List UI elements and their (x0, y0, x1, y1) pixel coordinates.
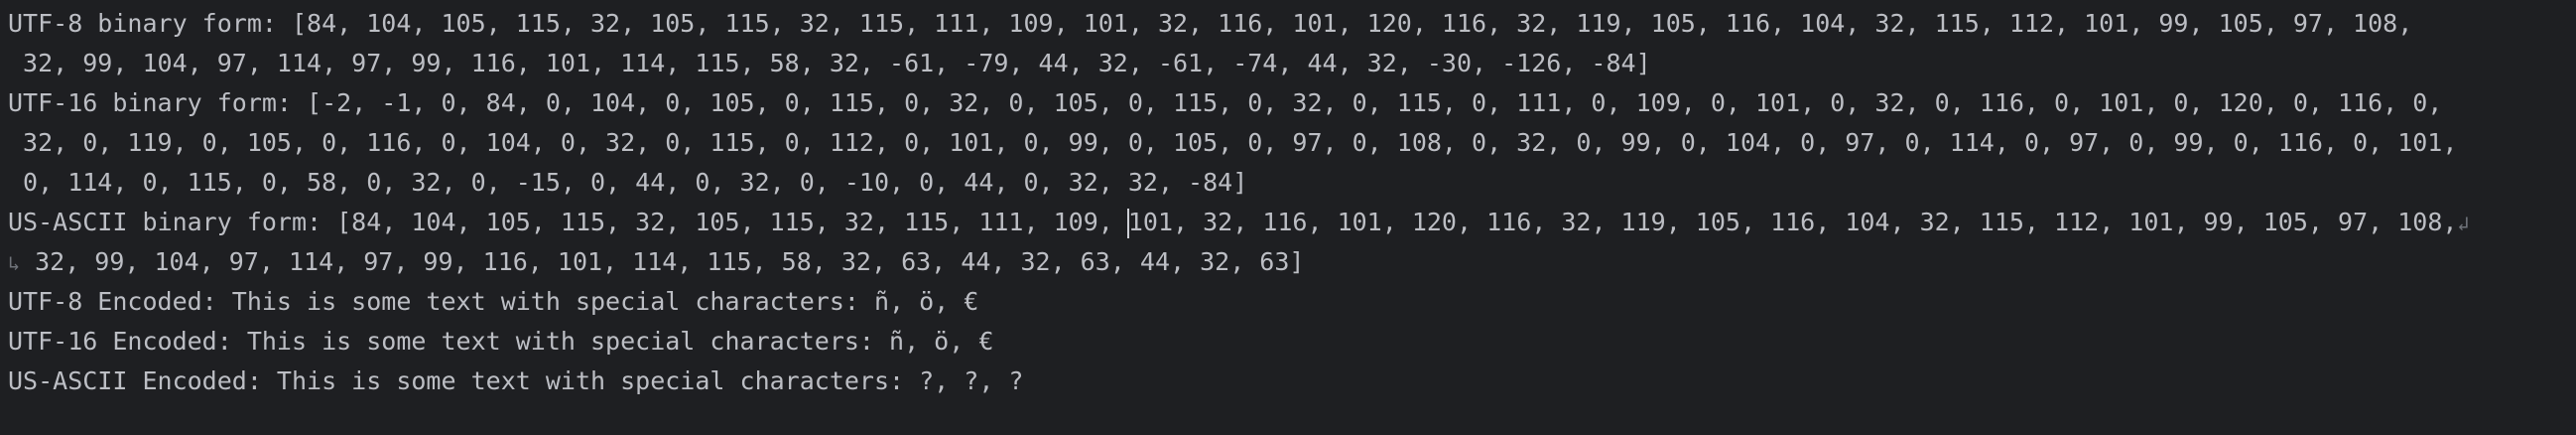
ascii-binary-text-start: US-ASCII binary form: [84, 104, 105, 115… (8, 208, 1128, 236)
output-line-ascii-binary: US-ASCII binary form: [84, 104, 105, 115… (8, 203, 2576, 242)
output-line-ascii-binary-wrap: ↳ 32, 99, 104, 97, 114, 97, 99, 116, 101… (8, 242, 2576, 282)
soft-wrap-start-icon: ↳ (8, 251, 21, 275)
output-line-utf8-binary-wrap: 32, 99, 104, 97, 114, 97, 99, 116, 101, … (8, 49, 1651, 77)
console-output[interactable]: UTF-8 binary form: [84, 104, 105, 115, 3… (0, 0, 2576, 435)
output-line-utf16-binary-wrap-2: 0, 114, 0, 115, 0, 58, 0, 32, 0, -15, 0,… (8, 168, 1248, 197)
output-line-utf16-encoded: UTF-16 Encoded: This is some text with s… (8, 327, 994, 356)
soft-wrap-end-icon: ↲ (2457, 212, 2470, 235)
output-line-utf16-binary-wrap-1: 32, 0, 119, 0, 105, 0, 116, 0, 104, 0, 3… (8, 128, 2458, 157)
output-line-ascii-encoded: US-ASCII Encoded: This is some text with… (8, 366, 1024, 395)
ascii-binary-wrap-text: 32, 99, 104, 97, 114, 97, 99, 116, 101, … (20, 247, 1305, 276)
output-line-utf16-binary: UTF-16 binary form: [-2, -1, 0, 84, 0, 1… (8, 88, 2443, 117)
output-line-utf8-encoded: UTF-8 Encoded: This is some text with sp… (8, 287, 979, 316)
ascii-binary-text-end: 101, 32, 116, 101, 120, 116, 32, 119, 10… (1127, 208, 2458, 236)
output-line-utf8-binary: UTF-8 binary form: [84, 104, 105, 115, 3… (8, 9, 2413, 38)
